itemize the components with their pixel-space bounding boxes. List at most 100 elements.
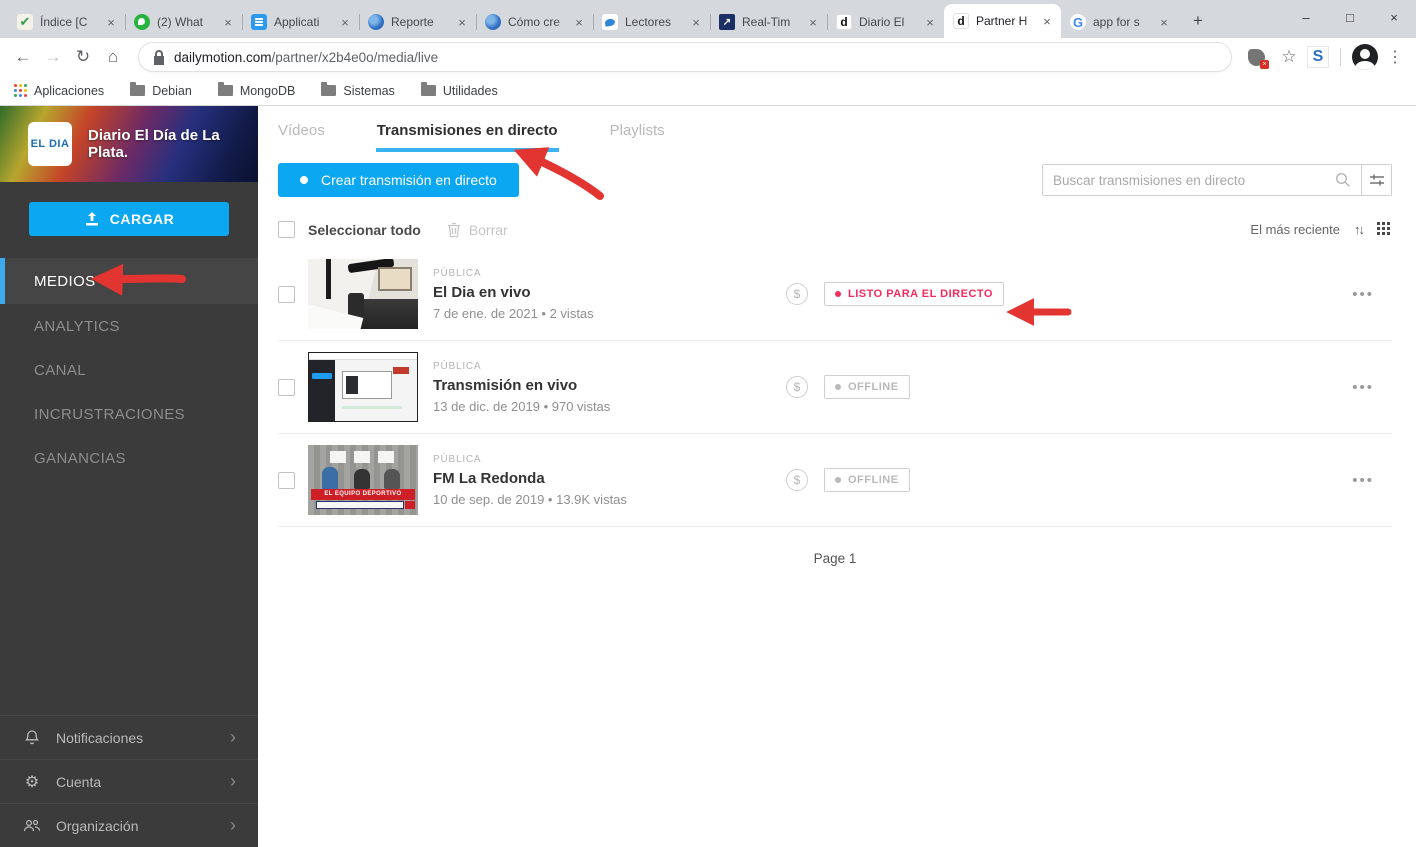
- browser-tab-como-cre[interactable]: Cómo cre ×: [476, 6, 593, 38]
- close-icon[interactable]: ×: [1156, 14, 1172, 30]
- apps-grid-icon: [14, 84, 27, 97]
- monetization-icon[interactable]: $: [786, 376, 808, 398]
- upload-button[interactable]: CARGAR: [29, 202, 229, 236]
- row-menu-icon[interactable]: •••: [1352, 472, 1374, 489]
- forward-button[interactable]: →: [38, 42, 68, 72]
- sidebar-item-canal[interactable]: CANAL: [0, 348, 258, 392]
- browser-tab-indice[interactable]: ✔ Índice [C ×: [8, 6, 125, 38]
- row-menu-icon[interactable]: •••: [1352, 379, 1374, 396]
- close-icon[interactable]: ×: [103, 14, 119, 30]
- video-thumbnail[interactable]: [308, 259, 418, 329]
- bookmark-label: Aplicaciones: [34, 84, 104, 98]
- media-row-transmision-en-vivo[interactable]: PÚBLICA Transmisión en vivo 13 de dic. d…: [278, 341, 1392, 434]
- url-bar[interactable]: dailymotion.com/partner/x2b4e0o/media/li…: [138, 42, 1232, 72]
- search-area: [1042, 164, 1392, 196]
- monetization-icon[interactable]: $: [786, 283, 808, 305]
- row-checkbox[interactable]: [278, 379, 295, 396]
- browser-tab-partner-active[interactable]: d Partner H ×: [944, 4, 1061, 38]
- grid-view-icon[interactable]: [1377, 222, 1392, 237]
- sidebar-item-ganancias[interactable]: GANANCIAS: [0, 436, 258, 480]
- media-meta: 10 de sep. de 2019 • 13.9K vistas: [433, 492, 778, 507]
- close-icon[interactable]: ×: [688, 14, 704, 30]
- sort-arrows-icon[interactable]: ↑↓: [1354, 222, 1363, 237]
- app-blue-icon: [251, 14, 267, 30]
- browser-window: ✔ Índice [C × (2) What × Applicati × Rep…: [0, 0, 1416, 847]
- reload-button[interactable]: ↻: [68, 42, 98, 72]
- bookmark-debian[interactable]: Debian: [130, 84, 192, 98]
- sidebar-item-notificaciones[interactable]: Notificaciones ›: [0, 715, 258, 759]
- sidebar-item-cuenta[interactable]: ⚙ Cuenta ›: [0, 759, 258, 803]
- browser-tab-whatsapp[interactable]: (2) What ×: [125, 6, 242, 38]
- tab-videos[interactable]: Vídeos: [278, 122, 325, 152]
- media-title[interactable]: El Dia en vivo: [433, 284, 778, 301]
- select-all-checkbox[interactable]: [278, 221, 295, 238]
- filter-button[interactable]: [1362, 164, 1392, 196]
- close-icon[interactable]: ×: [571, 14, 587, 30]
- browser-tab-realtime[interactable]: ↗ Real-Tim ×: [710, 6, 827, 38]
- bell-icon: [22, 729, 42, 746]
- browser-tab-app-for[interactable]: G app for s ×: [1061, 6, 1178, 38]
- bookmark-mongodb[interactable]: MongoDB: [218, 84, 296, 98]
- close-window-button[interactable]: ×: [1372, 0, 1416, 34]
- row-checkbox[interactable]: [278, 472, 295, 489]
- sidebar-spacer: [0, 480, 258, 715]
- gear-icon: ⚙: [22, 772, 42, 792]
- browser-tab-application[interactable]: Applicati ×: [242, 6, 359, 38]
- browser-tab-diario[interactable]: d Diario El ×: [827, 6, 944, 38]
- org-name: Diario El Día de La Plata.: [88, 127, 258, 161]
- media-title[interactable]: Transmisión en vivo: [433, 377, 778, 394]
- maximize-button[interactable]: □: [1328, 0, 1372, 34]
- video-thumbnail[interactable]: EL EQUIPO DEPORTIVO: [308, 445, 418, 515]
- browser-menu-icon[interactable]: ⋮: [1382, 47, 1408, 67]
- sidebar-item-analytics[interactable]: ANALYTICS: [0, 304, 258, 348]
- search-input[interactable]: [1053, 173, 1335, 188]
- media-meta: 13 de dic. de 2019 • 970 vistas: [433, 399, 778, 414]
- video-thumbnail[interactable]: [308, 352, 418, 422]
- bookmark-sistemas[interactable]: Sistemas: [321, 84, 394, 98]
- tab-label: Lectores: [625, 15, 688, 29]
- browser-tab-reporte[interactable]: Reporte ×: [359, 6, 476, 38]
- back-button[interactable]: ←: [8, 42, 38, 72]
- minimize-button[interactable]: –: [1284, 0, 1328, 34]
- close-icon[interactable]: ×: [454, 14, 470, 30]
- sidebar-item-incrustraciones[interactable]: INCRUSTRACIONES: [0, 392, 258, 436]
- close-icon[interactable]: ×: [220, 14, 236, 30]
- sidebar-item-organizacion[interactable]: Organización ›: [0, 803, 258, 847]
- chevron-right-icon: ›: [230, 727, 236, 748]
- browser-toolbar: ← → ↻ ⌂ dailymotion.com/partner/x2b4e0o/…: [0, 38, 1416, 76]
- monetization-icon[interactable]: $: [786, 469, 808, 491]
- reader-icon: [602, 14, 618, 30]
- extension-blocker-icon[interactable]: ×: [1248, 49, 1265, 66]
- browser-tab-lectores[interactable]: Lectores ×: [593, 6, 710, 38]
- tab-transmisiones-en-directo[interactable]: Transmisiones en directo: [377, 122, 558, 152]
- create-live-stream-button[interactable]: Crear transmisión en directo: [278, 163, 519, 197]
- sidebar-item-medios[interactable]: MEDIOS: [0, 258, 258, 304]
- org-logo: EL DIA: [28, 122, 72, 166]
- close-icon[interactable]: ×: [337, 14, 353, 30]
- new-tab-button[interactable]: +: [1184, 7, 1212, 35]
- row-menu-icon[interactable]: •••: [1352, 286, 1374, 303]
- close-icon[interactable]: ×: [922, 14, 938, 30]
- media-row-fm-la-redonda[interactable]: EL EQUIPO DEPORTIVO PÚBLICA FM La Redond…: [278, 434, 1392, 527]
- media-row-el-dia-en-vivo[interactable]: PÚBLICA El Dia en vivo 7 de ene. de 2021…: [278, 248, 1392, 341]
- close-icon[interactable]: ×: [1039, 13, 1055, 29]
- bookmark-aplicaciones[interactable]: Aplicaciones: [14, 84, 104, 98]
- media-title[interactable]: FM La Redonda: [433, 470, 778, 487]
- upload-label: CARGAR: [110, 211, 174, 227]
- chevron-right-icon: ›: [230, 771, 236, 792]
- media-text: PÚBLICA El Dia en vivo 7 de ene. de 2021…: [433, 268, 778, 321]
- tab-playlists[interactable]: Playlists: [610, 122, 665, 152]
- trash-icon: [447, 222, 461, 238]
- row-checkbox[interactable]: [278, 286, 295, 303]
- folder-icon: [130, 85, 145, 96]
- bookmark-utilidades[interactable]: Utilidades: [421, 84, 498, 98]
- s-extension-icon[interactable]: S: [1307, 46, 1329, 68]
- sidebar-bottom-label: Organización: [56, 818, 139, 834]
- home-button[interactable]: ⌂: [98, 42, 128, 72]
- blue-circle-icon: [485, 14, 501, 30]
- index-check-icon: ✔: [17, 14, 33, 30]
- close-icon[interactable]: ×: [805, 14, 821, 30]
- profile-avatar[interactable]: [1352, 44, 1378, 70]
- bookmark-star-icon[interactable]: ☆: [1275, 47, 1303, 67]
- delete-button[interactable]: Borrar: [447, 222, 508, 238]
